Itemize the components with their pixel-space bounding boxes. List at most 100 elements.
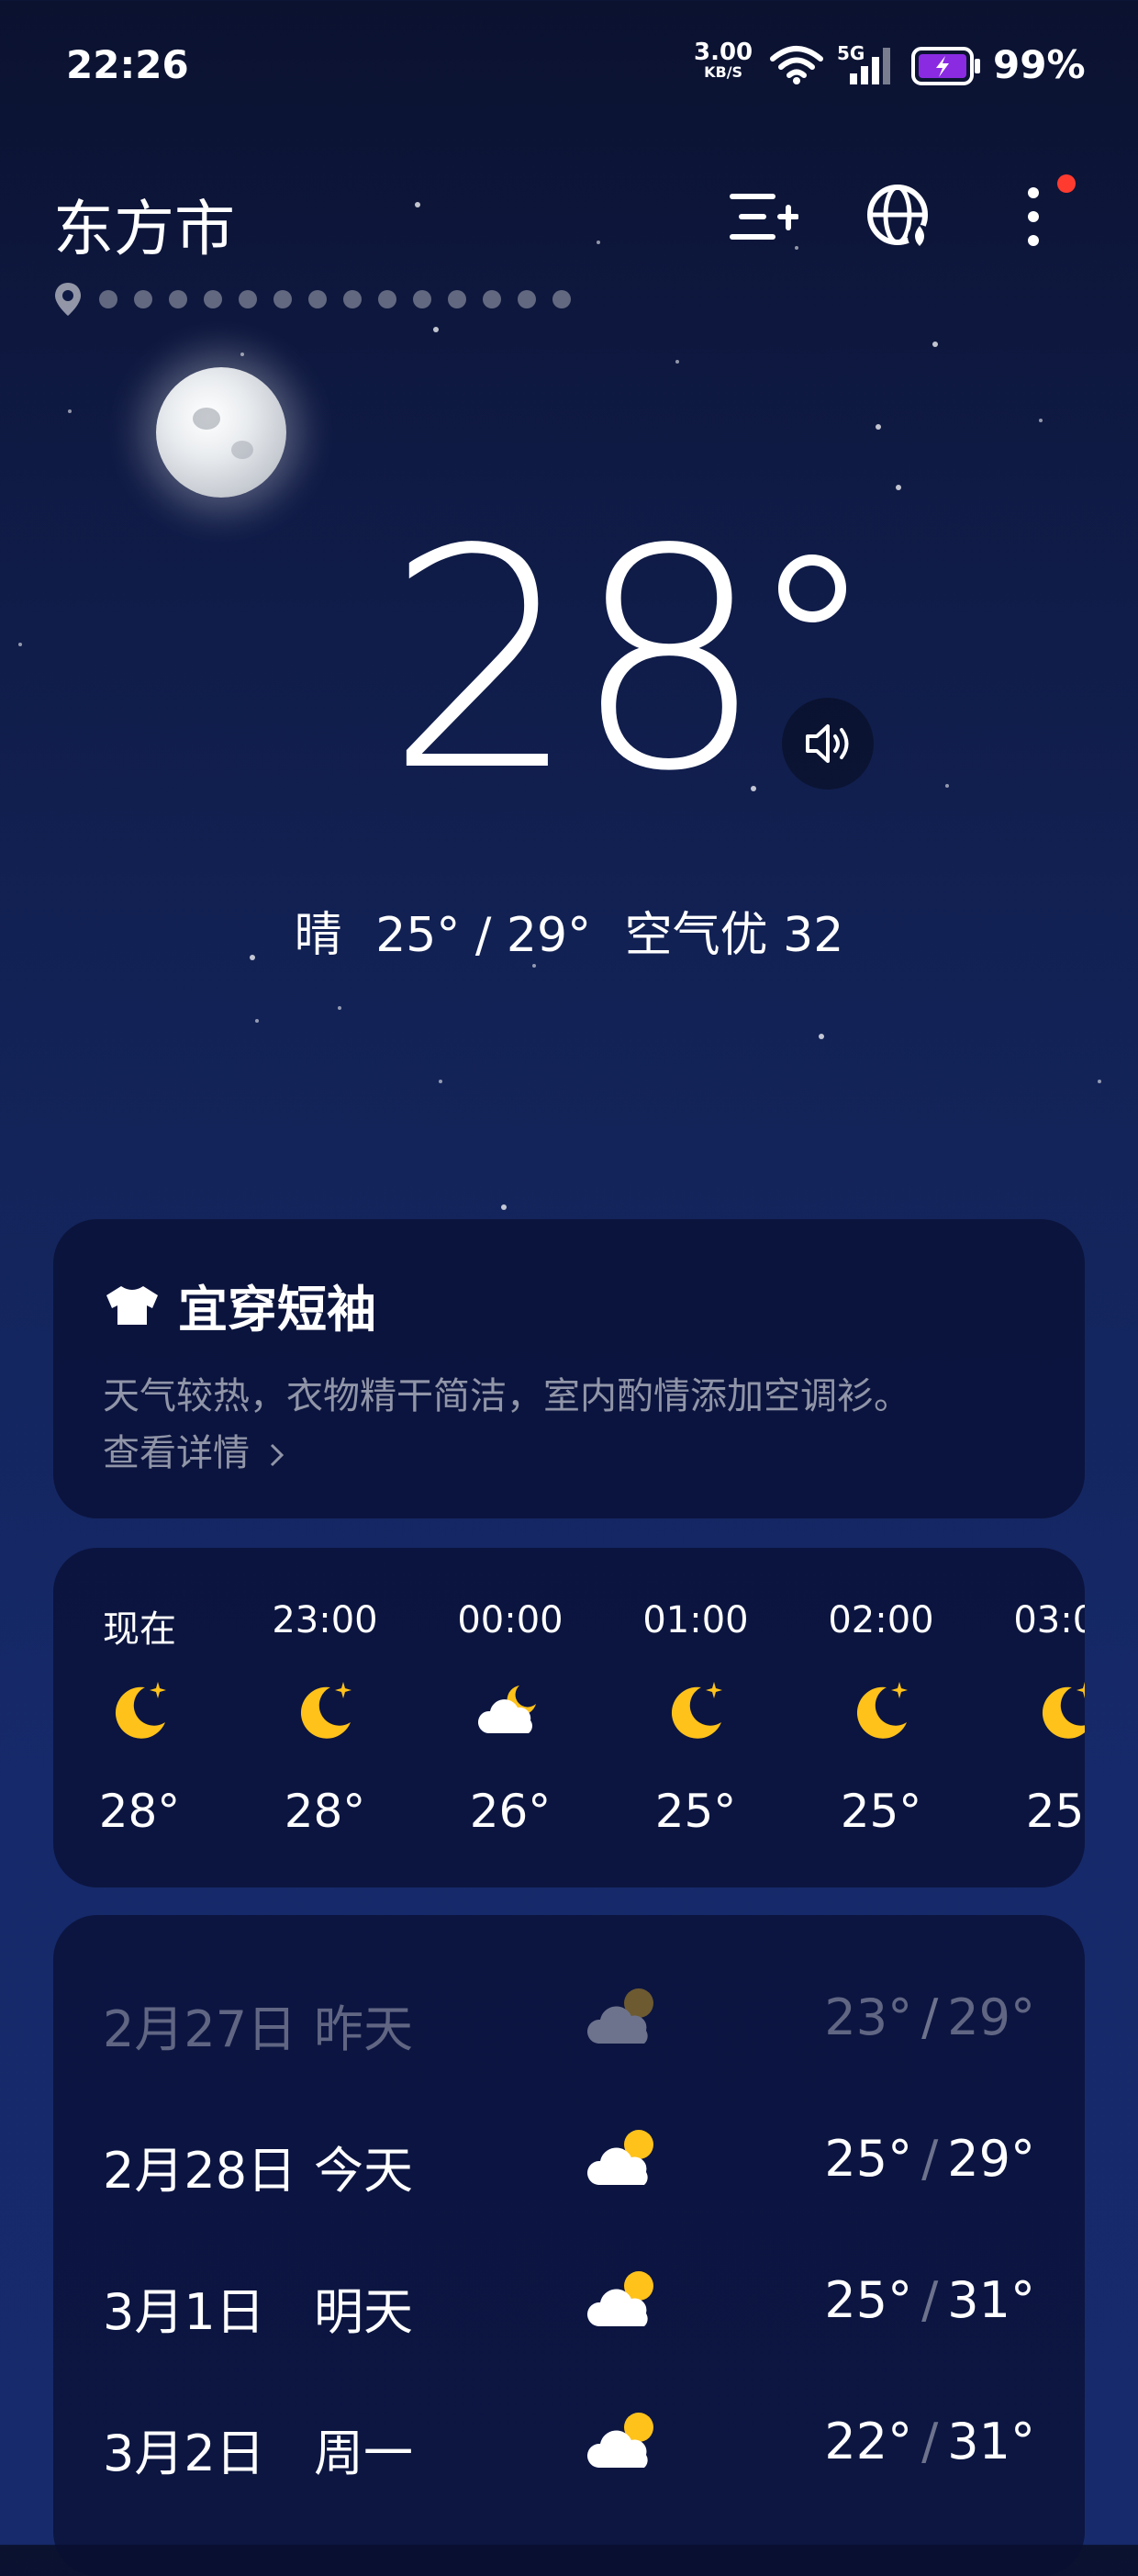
daily-row-tomorrow[interactable]: 3月1日 明天 25°/31° bbox=[53, 2258, 1085, 2341]
hour-time: 00:00 bbox=[457, 1599, 563, 1641]
day-low: 23° bbox=[824, 1988, 913, 2046]
degree-symbol bbox=[778, 554, 846, 622]
star bbox=[240, 353, 244, 356]
day-low: 22° bbox=[824, 2413, 913, 2470]
day-low: 25° bbox=[824, 2130, 913, 2188]
cloud-moon-icon bbox=[477, 1686, 536, 1733]
page-dot bbox=[308, 290, 327, 308]
status-time: 22:26 bbox=[66, 42, 189, 87]
day-name: 昨天 bbox=[314, 2000, 413, 2058]
moon-star-icon bbox=[1042, 1682, 1085, 1739]
page-indicator[interactable] bbox=[53, 281, 571, 318]
city-name[interactable]: 东方市 bbox=[53, 180, 235, 268]
day-temp-range: 25°/31° bbox=[824, 2271, 1035, 2329]
hour-time: 02:00 bbox=[828, 1599, 934, 1641]
moon-star-icon bbox=[671, 1682, 722, 1739]
day-date: 3月2日 bbox=[103, 2425, 265, 2482]
clothing-advice-card[interactable]: 宜穿短袖 天气较热，衣物精干简洁，室内酌情添加空调衫。 查看详情 bbox=[53, 1219, 1085, 1518]
add-city-icon[interactable] bbox=[727, 180, 800, 253]
daily-row-today[interactable]: 2月28日 今天 25°/29° bbox=[53, 2117, 1085, 2200]
shirt-icon bbox=[106, 1285, 158, 1325]
cloud-sun-icon bbox=[586, 1988, 653, 2044]
advice-description: 天气较热，衣物精干简洁，室内酌情添加空调衫。 bbox=[103, 1375, 910, 1417]
star bbox=[1098, 1080, 1101, 1083]
cloud-sun-icon bbox=[586, 2271, 653, 2326]
day-high: 31° bbox=[947, 2413, 1035, 2470]
daily-forecast-card[interactable]: 2月27日 昨天 23°/29° 2月28日 今天 25°/29° 3月1日 明… bbox=[53, 1915, 1085, 2576]
day-high: 29° bbox=[947, 1988, 1035, 2046]
moon-star-icon bbox=[856, 1682, 908, 1739]
speaker-button[interactable] bbox=[782, 698, 874, 790]
page-dot bbox=[378, 290, 396, 308]
hour-time: 01:00 bbox=[642, 1599, 749, 1641]
day-date: 2月27日 bbox=[103, 2000, 297, 2058]
temp-range: 25° / 29° bbox=[375, 908, 592, 963]
hourly-forecast-card[interactable]: 现在 28° 23:00 28° 00:00 26° 01:00 25° 02:… bbox=[53, 1548, 1085, 1887]
star bbox=[1039, 419, 1043, 422]
day-high: 31° bbox=[947, 2271, 1035, 2329]
battery-percent: 99% bbox=[993, 42, 1086, 87]
speaker-icon bbox=[806, 724, 849, 763]
day-date: 2月28日 bbox=[103, 2142, 297, 2200]
star bbox=[338, 1006, 341, 1010]
day-date: 3月1日 bbox=[103, 2283, 265, 2341]
status-bar: 22:26 3.00 KB/S 5G 99% bbox=[0, 0, 1138, 138]
cloud-sun-icon bbox=[586, 2413, 653, 2468]
page-dot bbox=[413, 290, 431, 308]
hour-temp: 25° bbox=[654, 1785, 737, 1838]
net-speed: 3.00 KB/S bbox=[694, 40, 753, 83]
star bbox=[415, 202, 420, 207]
page-dot bbox=[204, 290, 222, 308]
hour-time: 23:00 bbox=[272, 1599, 378, 1641]
star bbox=[501, 1204, 507, 1210]
current-temperature: 28 bbox=[385, 485, 765, 837]
globe-icon[interactable] bbox=[863, 180, 936, 253]
condition-text: 晴 bbox=[294, 908, 342, 963]
moon-star-icon bbox=[300, 1682, 351, 1739]
page-dot bbox=[169, 290, 187, 308]
page-dot bbox=[99, 290, 117, 308]
day-high: 29° bbox=[947, 2130, 1035, 2188]
star bbox=[945, 784, 949, 788]
star bbox=[819, 1034, 824, 1039]
page-dot bbox=[343, 290, 362, 308]
hour-temp: 26° bbox=[469, 1785, 552, 1838]
star bbox=[18, 643, 22, 646]
battery-icon bbox=[911, 47, 980, 85]
page-dot bbox=[518, 290, 536, 308]
weather-summary[interactable]: 晴 25° / 29° 空气优 32 bbox=[0, 896, 1138, 965]
page-dot bbox=[448, 290, 466, 308]
notification-dot bbox=[1057, 174, 1076, 193]
star bbox=[439, 1080, 442, 1083]
hour-temp: 25° bbox=[840, 1785, 922, 1838]
day-name: 今天 bbox=[314, 2142, 413, 2200]
more-icon[interactable] bbox=[997, 180, 1070, 253]
details-link-label: 查看详情 bbox=[103, 1432, 250, 1474]
hour-temp: 28° bbox=[98, 1785, 181, 1838]
moon-star-icon bbox=[115, 1682, 166, 1739]
hour-temp: 25° bbox=[1025, 1785, 1085, 1838]
page-dot bbox=[552, 290, 571, 308]
cloud-sun-icon bbox=[586, 2130, 653, 2185]
daily-row-yesterday[interactable]: 2月27日 昨天 23°/29° bbox=[53, 1976, 1085, 2058]
star bbox=[896, 485, 901, 490]
page-dot bbox=[483, 290, 501, 308]
air-quality: 空气优 32 bbox=[624, 908, 844, 963]
advice-details-link[interactable]: 查看详情 bbox=[103, 1423, 287, 1476]
star bbox=[932, 342, 938, 347]
daily-row-monday[interactable]: 3月2日 周一 22°/31° bbox=[53, 2400, 1085, 2482]
advice-title-row: 宜穿短袖 bbox=[103, 1269, 376, 1341]
signal-icon bbox=[850, 48, 890, 84]
page-dot bbox=[134, 290, 152, 308]
page-dot bbox=[273, 290, 292, 308]
day-name: 周一 bbox=[314, 2425, 413, 2482]
page-dot bbox=[239, 290, 257, 308]
day-temp-range: 25°/29° bbox=[824, 2130, 1035, 2188]
star bbox=[597, 241, 600, 244]
day-temp-range: 22°/31° bbox=[824, 2413, 1035, 2470]
day-low: 25° bbox=[824, 2271, 913, 2329]
star bbox=[255, 1019, 259, 1023]
hour-temp: 28° bbox=[284, 1785, 366, 1838]
hour-time: 03:00 bbox=[1013, 1599, 1085, 1641]
hour-time: 现在 bbox=[103, 1608, 176, 1651]
